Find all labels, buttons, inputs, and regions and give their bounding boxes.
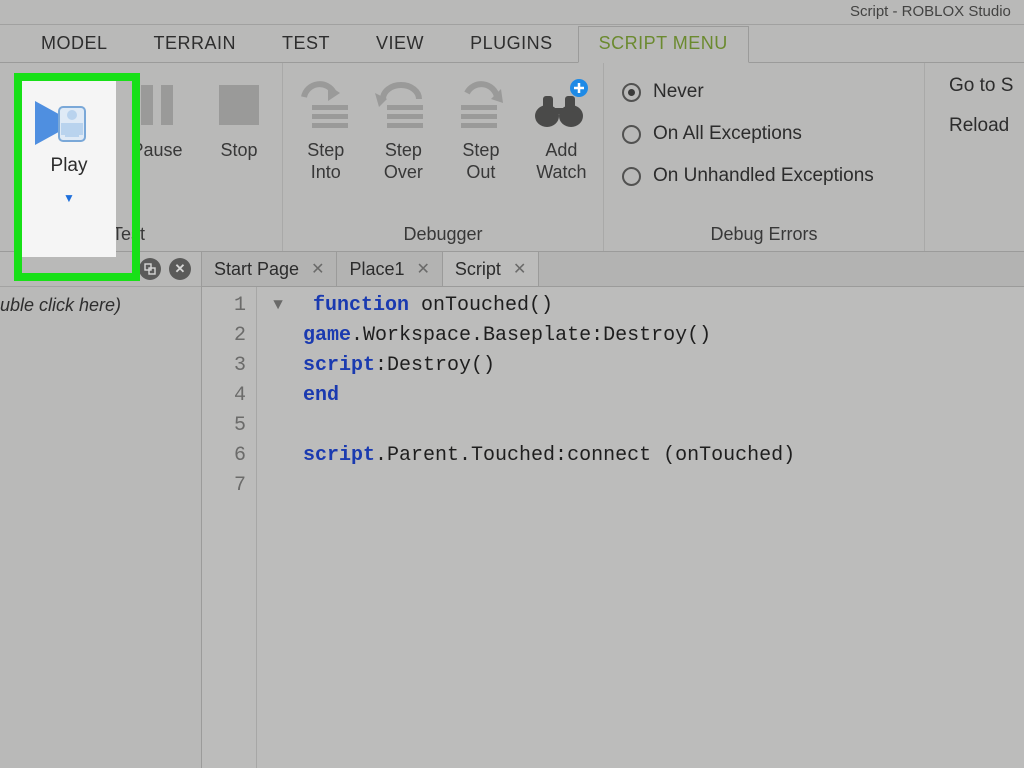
radio-dot-icon	[622, 83, 641, 102]
tab-view[interactable]: VIEW	[355, 26, 445, 62]
radio-dot-icon	[622, 125, 641, 144]
step-over-button[interactable]: Step Over	[365, 73, 443, 185]
tab-model[interactable]: MODEL	[20, 26, 129, 62]
code-editor: Start Page ✕ Place1 ✕ Script ✕ 1234567 ▼…	[202, 252, 1024, 768]
group-label-debugger: Debugger	[283, 220, 603, 251]
play-button[interactable]: Play ▼	[22, 81, 116, 257]
editor-tab-place1[interactable]: Place1 ✕	[337, 252, 442, 286]
step-into-button[interactable]: Step Into	[287, 73, 365, 185]
radio-all-exceptions[interactable]: On All Exceptions	[622, 123, 802, 145]
close-icon[interactable]: ✕	[513, 259, 526, 279]
step-into-icon	[296, 75, 356, 135]
editor-tab-script[interactable]: Script ✕	[443, 252, 539, 286]
code-content[interactable]: ▼ function onTouched() game.Workspace.Ba…	[257, 287, 795, 768]
goto-script-error-button[interactable]: Go to S	[949, 75, 1024, 97]
line-gutter: 1234567	[202, 287, 257, 768]
step-out-button[interactable]: Step Out	[442, 73, 520, 185]
group-label-debug-errors: Debug Errors	[604, 220, 924, 251]
tab-plugins[interactable]: PLUGINS	[449, 26, 574, 62]
close-icon[interactable]: ✕	[311, 259, 324, 279]
step-out-icon	[451, 75, 511, 135]
play-label: Play	[22, 155, 116, 177]
tab-test[interactable]: TEST	[261, 26, 351, 62]
window-title: Script - ROBLOX Studio	[0, 0, 1024, 24]
reload-script-button[interactable]: Reload	[949, 115, 1024, 137]
play-dropdown-chevron-icon[interactable]: ▼	[22, 191, 116, 205]
play-icon	[29, 95, 109, 151]
radio-unhandled-exceptions[interactable]: On Unhandled Exceptions	[622, 165, 874, 187]
editor-tab-start-page[interactable]: Start Page ✕	[202, 252, 337, 286]
explorer-filter-placeholder[interactable]: uble click here)	[0, 287, 201, 316]
pause-button[interactable]: Pause	[116, 73, 198, 163]
radio-dot-icon	[622, 167, 641, 186]
ribbon-tabs: MODEL TERRAIN TEST VIEW PLUGINS SCRIPT M…	[0, 25, 1024, 63]
titlebar: Script - ROBLOX Studio	[0, 0, 1024, 25]
binoculars-plus-icon	[531, 75, 591, 135]
pause-icon	[127, 75, 187, 135]
panel-popout-icon[interactable]	[139, 258, 161, 280]
step-over-icon	[373, 75, 433, 135]
panel-close-icon[interactable]: ✕	[169, 258, 191, 280]
tab-script-menu[interactable]: SCRIPT MENU	[578, 26, 749, 63]
tab-terrain[interactable]: TERRAIN	[133, 26, 258, 62]
stop-button[interactable]: Stop	[198, 73, 280, 163]
close-icon[interactable]: ✕	[417, 259, 430, 279]
add-watch-button[interactable]: Add Watch	[520, 73, 603, 185]
ribbon: Pause Stop Test Step Into	[0, 63, 1024, 252]
explorer-panel: ✕ uble click here)	[0, 252, 202, 768]
radio-never[interactable]: Never	[622, 81, 704, 103]
editor-tabs: Start Page ✕ Place1 ✕ Script ✕	[202, 252, 1024, 287]
stop-icon	[209, 75, 269, 135]
